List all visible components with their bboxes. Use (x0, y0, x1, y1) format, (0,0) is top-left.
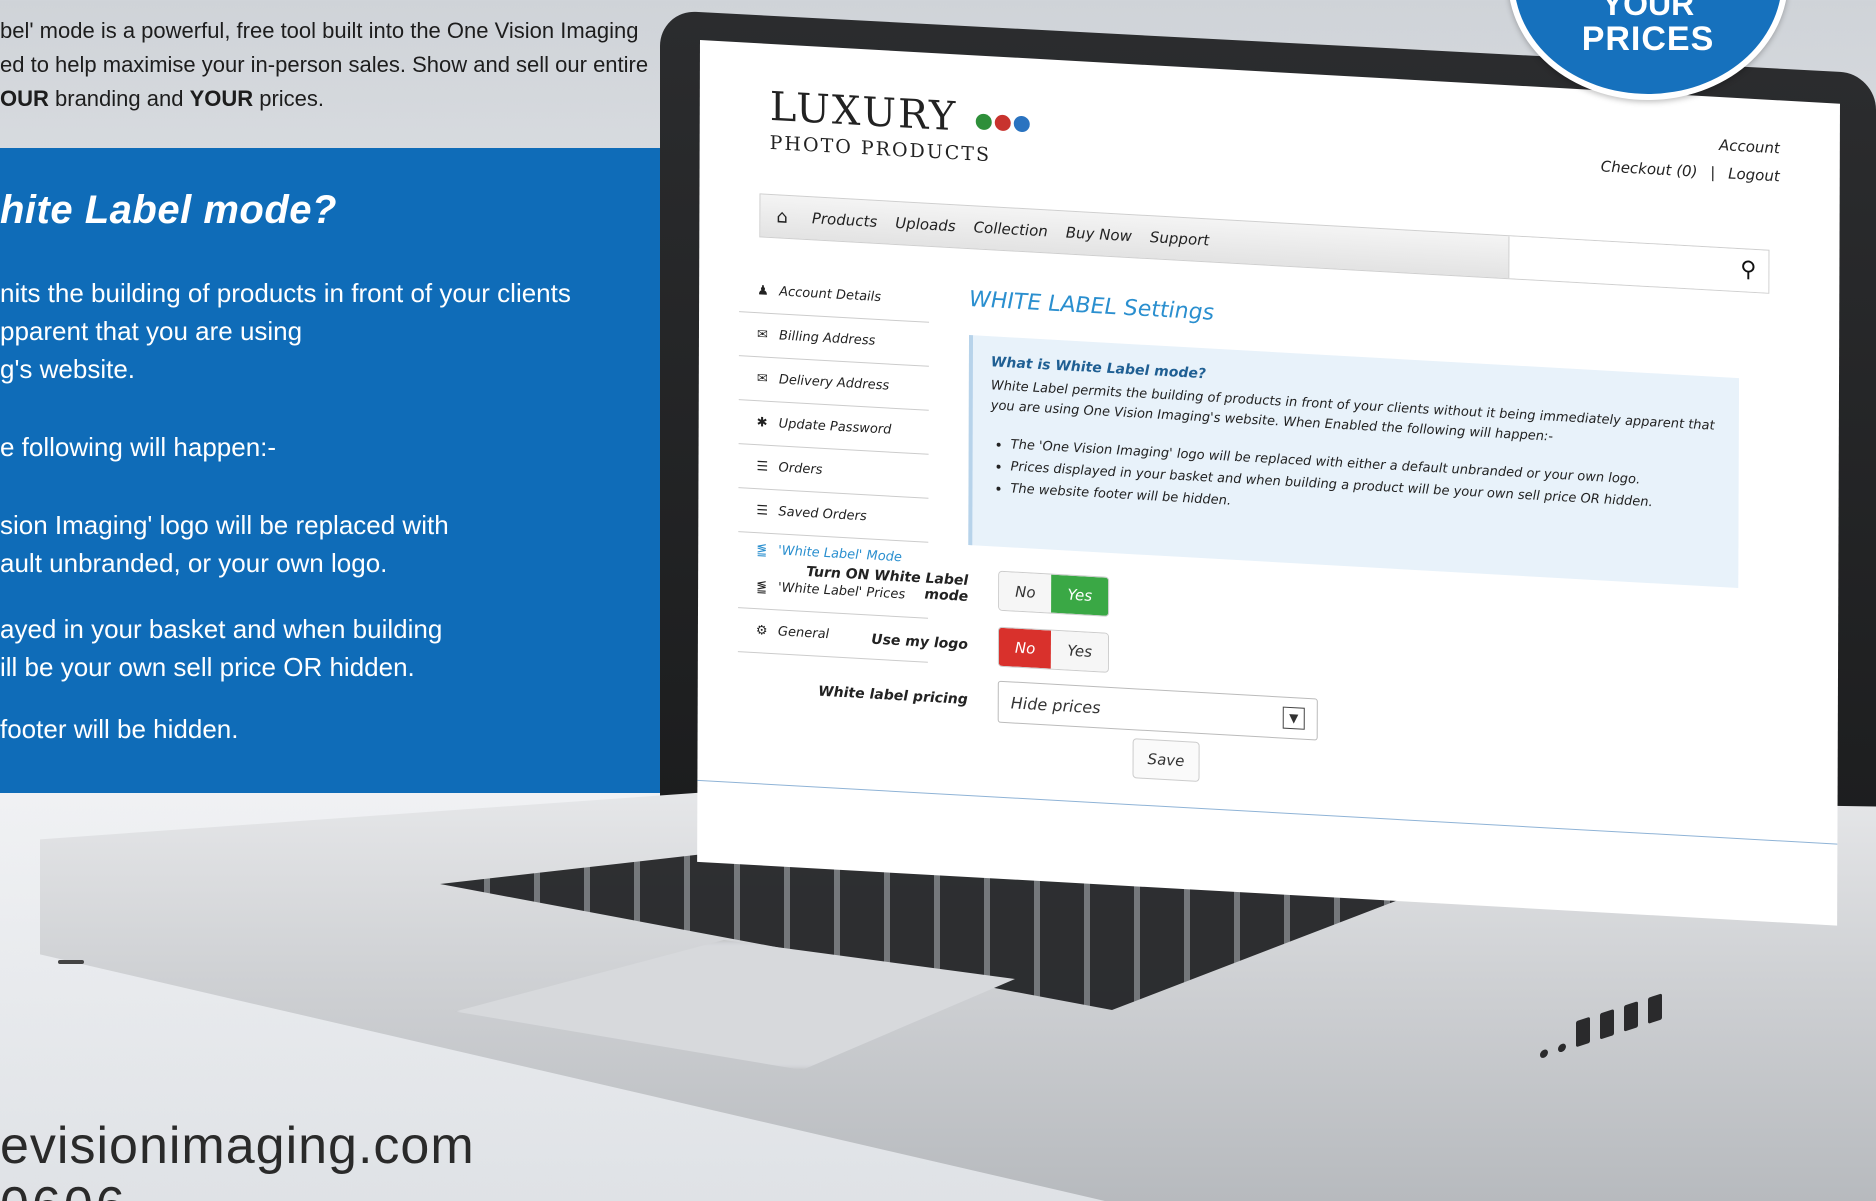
band-intro-line-3: g's website. (0, 354, 136, 384)
band-intro-line-2: pparent that you are using (0, 316, 303, 346)
band-follow: e following will happen:- (0, 432, 277, 462)
intro-bold-your-1: OUR (0, 86, 49, 111)
list-icon: ☰ (756, 503, 769, 519)
badge-line-2: PRICES (1581, 20, 1715, 58)
laptop-screen: LUXURY PHOTO PRODUCTS Account Checkout (… (697, 40, 1840, 926)
band-bullet-2-line-1: ayed in your basket and when building (0, 614, 443, 644)
pricing-label: White label pricing (818, 683, 968, 708)
intro-line-3: OUR branding and YOUR prices. (0, 82, 680, 116)
phone-number: 0606 (0, 1176, 128, 1201)
intro-line-2: ed to help maximise your in-person sales… (0, 52, 649, 77)
usb-port-icon (1600, 1008, 1614, 1040)
band-bullet-2-line-2: ill be your own sell price OR hidden. (0, 652, 415, 682)
intro-line-1: bel' mode is a powerful, free tool built… (0, 18, 639, 43)
usb-port-icon (1624, 1001, 1638, 1032)
intro-end: prices. (253, 86, 325, 111)
nav-item-buy-now[interactable]: Buy Now (1066, 223, 1132, 245)
chevron-down-icon: ▼ (1282, 706, 1305, 730)
white-label-mode-yes-button[interactable]: Yes (1051, 574, 1109, 616)
band-bullet-1-line-2: ault unbranded, or your own logo. (0, 548, 388, 578)
logo-dot-green (976, 113, 993, 131)
asterisk-icon: ✱ (756, 415, 768, 431)
use-logo-row: Use my logo No Yes (768, 614, 1109, 673)
white-label-mode-toggle[interactable]: No Yes (998, 570, 1110, 617)
pricing-selected-value: Hide prices (1010, 692, 1101, 717)
band-intro: nits the building of products in front o… (0, 274, 571, 388)
intro-text: bel' mode is a powerful, free tool built… (0, 14, 680, 116)
search-input[interactable]: ⚲ (1508, 236, 1769, 293)
save-button[interactable]: Save (1132, 738, 1200, 782)
sidebar-item-label: Account Details (779, 284, 882, 306)
info-panel: What is White Label mode? White Label pe… (968, 335, 1740, 589)
white-label-mode-label: Turn ON White Label mode (806, 563, 969, 605)
use-logo-no-button[interactable]: No (998, 627, 1052, 669)
pricing-row: White label pricing Hide prices ▼ (768, 668, 1318, 741)
checkout-link[interactable]: Checkout (0) (1601, 157, 1698, 180)
envelope-icon: ✉ (756, 327, 768, 343)
sidebar-item-label: Update Password (778, 416, 892, 438)
nav-item-products[interactable]: Products (812, 209, 877, 231)
pricing-select[interactable]: Hide prices ▼ (997, 680, 1318, 741)
band-intro-line-1: nits the building of products in front o… (0, 278, 571, 308)
band-bullet-1-line-1: sion Imaging' logo will be replaced with (0, 510, 449, 540)
band-heading: hite Label mode? (0, 188, 337, 232)
nav-item-support[interactable]: Support (1150, 228, 1209, 249)
use-logo-label: Use my logo (871, 631, 968, 653)
white-label-mode-no-button[interactable]: No (999, 571, 1052, 613)
logout-link[interactable]: Logout (1728, 164, 1780, 185)
usb-port-icon (1576, 1016, 1590, 1048)
use-logo-toggle[interactable]: No Yes (997, 626, 1109, 673)
sidebar-item-label: Billing Address (778, 328, 876, 349)
account-links: Account Checkout (0) | Logout (1601, 124, 1780, 190)
filter-icon: ⪑ (756, 541, 768, 558)
intro-mid: branding and (48, 86, 190, 111)
sidebar-item-label: Saved Orders (778, 504, 867, 525)
list-icon: ☰ (756, 459, 769, 475)
usb-port-icon (1648, 993, 1662, 1024)
home-icon[interactable]: ⌂ (776, 206, 788, 228)
website-url[interactable]: evisionimaging.com (0, 1116, 475, 1176)
laptop-indicator (58, 960, 84, 964)
screen-divider (697, 779, 1838, 845)
sidebar-item-label: Delivery Address (778, 372, 890, 394)
band-bullet-1: sion Imaging' logo will be replaced with… (0, 506, 449, 582)
link-separator: | (1710, 163, 1716, 182)
band-bullet-3: footer will be hidden. (0, 714, 239, 744)
logo-dot-red (995, 114, 1012, 132)
search-icon[interactable]: ⚲ (1740, 257, 1756, 283)
band-bullet-2: ayed in your basket and when building il… (0, 610, 442, 686)
logo-text: LUXURY (769, 83, 958, 141)
site-logo[interactable]: LUXURY PHOTO PRODUCTS (770, 84, 1031, 169)
nav-item-collection[interactable]: Collection (974, 218, 1048, 240)
user-icon: ♟ (757, 283, 769, 299)
nav-item-uploads[interactable]: Uploads (895, 214, 955, 235)
sidebar-item-label: Orders (778, 460, 823, 478)
account-link[interactable]: Account (1719, 136, 1780, 157)
logo-dots-icon (976, 113, 1031, 133)
logo-dot-blue (1014, 115, 1031, 133)
intro-bold-your-2: YOUR (189, 86, 254, 111)
use-logo-yes-button[interactable]: Yes (1051, 630, 1108, 672)
envelope-icon: ✉ (756, 371, 768, 387)
page-title: WHITE LABEL Settings (969, 287, 1215, 326)
